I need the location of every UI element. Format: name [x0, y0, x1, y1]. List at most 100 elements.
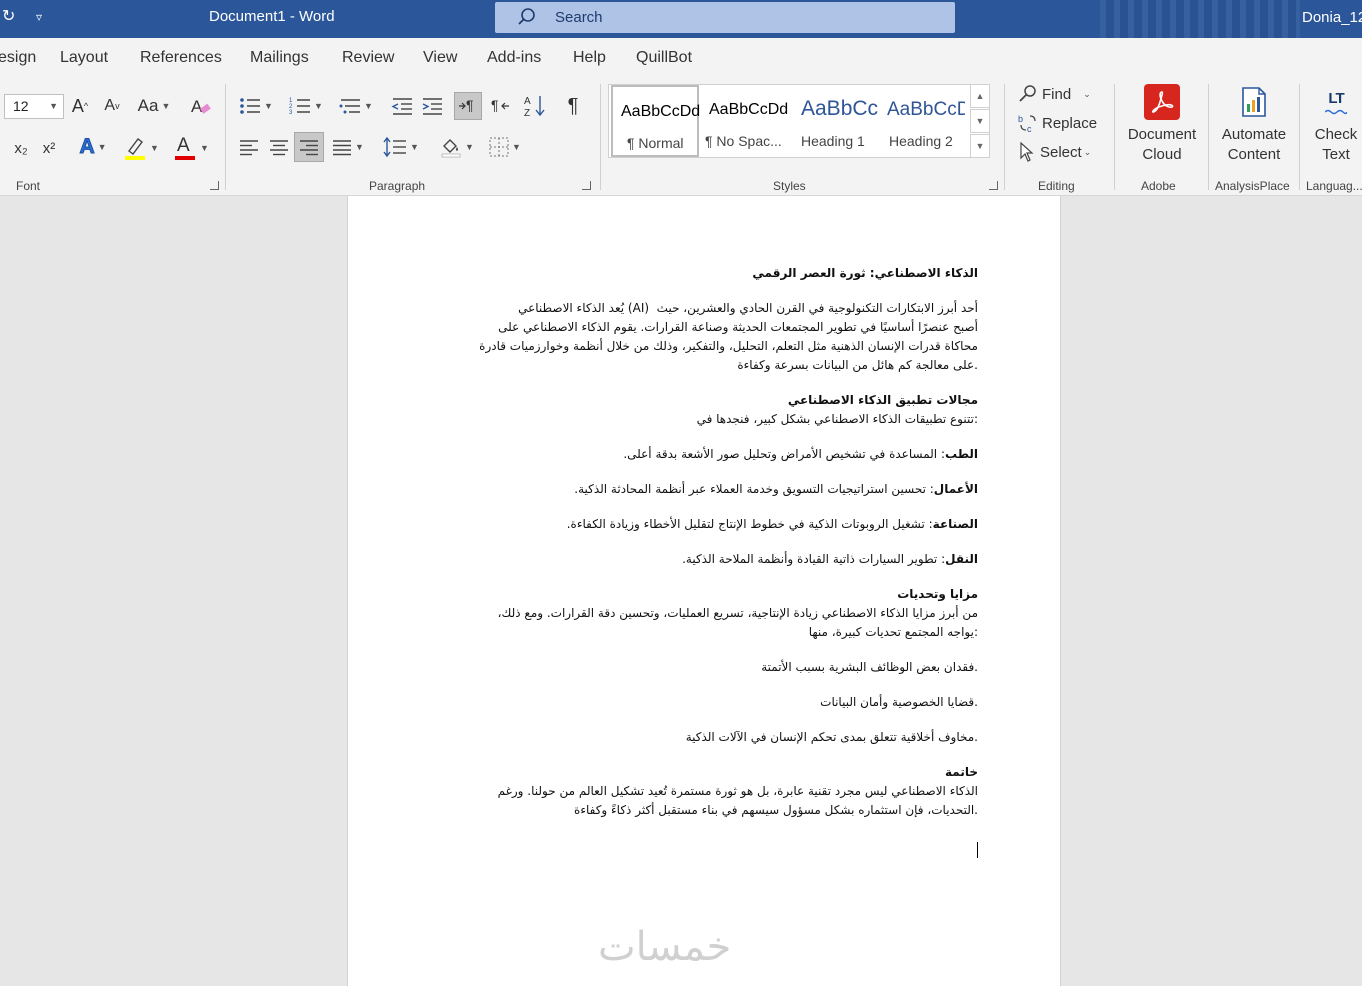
ribbon: 12 ▼ A ^ Av Aa ▼ A x₂ x² A ▼ ▼ A ▼ Font ▼ 1…: [0, 78, 1362, 196]
tab-mailings[interactable]: Mailings: [250, 49, 309, 67]
editing-group-label: Editing: [1038, 179, 1075, 193]
font-color-glyph: A: [177, 135, 190, 156]
check-text-button[interactable]: LT Check Text: [1306, 84, 1362, 168]
style-heading-2[interactable]: AaBbCcD Heading 2: [883, 85, 965, 157]
check-text-line2: Text: [1322, 146, 1350, 163]
styles-scroll-down[interactable]: ▼: [970, 109, 990, 133]
justify-button[interactable]: ▼: [328, 134, 368, 160]
font-dialog-launcher[interactable]: [210, 181, 219, 190]
document-cloud-button[interactable]: Document Cloud: [1122, 84, 1202, 168]
field-item: الطب: المساعدة في تشخيص الأمراض وتحليل ص…: [458, 445, 978, 464]
line-spacing-button[interactable]: ▼: [380, 134, 422, 160]
align-left-button[interactable]: [236, 134, 262, 160]
align-center-button[interactable]: [266, 134, 292, 160]
shrink-font-button[interactable]: Av: [100, 94, 124, 118]
borders-button[interactable]: ▼: [484, 134, 526, 160]
user-name[interactable]: Donia_12: [1302, 9, 1362, 26]
styles-more-button[interactable]: ▼: [970, 134, 990, 158]
document-body[interactable]: الذكاء الاصطناعي: ثورة العصر الرقمي أحد …: [458, 264, 978, 820]
paragraph-group-label: Paragraph: [369, 179, 426, 193]
highlight-color-button[interactable]: ▼: [120, 134, 162, 162]
conclusion-line: الذكاء الاصطناعي ليس مجرد تقنية عابرة، ب…: [497, 784, 978, 798]
search-placeholder: Search: [555, 9, 603, 26]
ltr-icon: ¶: [459, 97, 474, 113]
fields-intro: :تتنوع تطبيقات الذكاء الاصطناعي بشكل كبي…: [696, 412, 978, 426]
chevron-down-icon: ▼: [49, 101, 58, 111]
field-term: الصناعة: [932, 517, 978, 531]
tab-review[interactable]: Review: [342, 49, 394, 67]
multilevel-list-button[interactable]: ▼: [336, 94, 376, 118]
document-cloud-line1: Document: [1127, 126, 1197, 143]
text-effects-icon: A: [79, 135, 95, 159]
superscript-button[interactable]: x²: [38, 136, 60, 160]
tab-add-ins[interactable]: Add-ins: [487, 49, 541, 67]
align-right-icon: [300, 140, 318, 156]
grow-font-button[interactable]: A ^: [68, 94, 92, 118]
automate-content-button[interactable]: Automate Content: [1214, 84, 1294, 168]
style-sample: AaBbCcDd: [621, 103, 701, 120]
right-to-left-button[interactable]: ¶: [488, 94, 512, 118]
tab-view[interactable]: View: [423, 49, 457, 67]
numbered-list-icon: 123: [289, 98, 311, 116]
search-box[interactable]: Search: [495, 2, 955, 33]
style-no-spacing[interactable]: AaBbCcDd ¶ No Spac...: [701, 85, 791, 157]
challenge-item: .فقدان بعض الوظائف البشرية بسبب الأتمتة: [761, 660, 978, 674]
paragraph-dialog-launcher[interactable]: [582, 181, 591, 190]
align-right-button[interactable]: [294, 132, 324, 162]
document-page[interactable]: الذكاء الاصطناعي: ثورة العصر الرقمي أحد …: [347, 196, 1061, 986]
field-text: : تطوير السيارات ذاتية القيادة وأنظمة ال…: [682, 552, 946, 566]
analysisplace-group-label: AnalysisPlace: [1215, 179, 1290, 193]
show-formatting-button[interactable]: ¶: [562, 94, 584, 118]
document-title: Document1 - Word: [209, 8, 335, 25]
paint-bucket-icon: [441, 139, 461, 158]
field-item: الصناعة: تشغيل الروبوتات الذكية في خطوط …: [458, 515, 978, 534]
numbering-button[interactable]: 1 2 3 ▼: [286, 94, 326, 118]
left-to-right-button[interactable]: ¶: [454, 92, 482, 120]
fields-heading: مجالات تطبيق الذكاء الاصطناعي: [787, 393, 978, 407]
search-icon: [1019, 85, 1036, 102]
increase-indent-button[interactable]: [420, 94, 444, 118]
font-color-button[interactable]: A ▼: [170, 134, 212, 162]
replace-button[interactable]: bc Replace: [1018, 112, 1102, 134]
subscript-button[interactable]: x₂: [10, 136, 32, 160]
style-name: Heading 2: [889, 133, 953, 149]
style-name: ¶ No Spac...: [705, 133, 782, 149]
text-effects-button[interactable]: A ▼: [74, 134, 112, 160]
conclusion-heading: خاتمة: [945, 765, 978, 779]
font-size-value: 12: [13, 98, 29, 114]
group-separator: [1208, 84, 1209, 190]
pros-line: :يواجه المجتمع تحديات كبيرة، منها: [808, 625, 978, 639]
style-sample: AaBbCcD: [887, 99, 965, 120]
tab-design[interactable]: esign: [0, 49, 36, 67]
style-heading-1[interactable]: AaBbCc Heading 1: [793, 85, 881, 157]
adobe-acrobat-icon: [1144, 84, 1180, 120]
title-bar: ↻ ▿ Document1 - Word Search Donia_12: [0, 0, 1362, 38]
superscript-glyph: x²: [42, 139, 56, 157]
decrease-indent-button[interactable]: [390, 94, 414, 118]
align-center-icon: [270, 140, 288, 156]
clear-formatting-button[interactable]: A: [188, 94, 214, 118]
field-item: النقل: تطوير السيارات ذاتية القيادة وأنظ…: [458, 550, 978, 569]
select-button[interactable]: Select ⌄: [1018, 141, 1098, 163]
redo-icon[interactable]: ↻: [2, 6, 15, 26]
find-button[interactable]: Find ⌄: [1018, 83, 1098, 105]
shading-button[interactable]: ▼: [436, 134, 478, 160]
change-case-button[interactable]: Aa ▼: [134, 94, 174, 118]
borders-icon: [489, 137, 509, 157]
styles-gallery: AaBbCcDd ¶ Normal AaBbCcDd ¶ No Spac... …: [608, 84, 990, 158]
tab-references[interactable]: References: [140, 49, 222, 67]
styles-scroll-up[interactable]: ▲: [970, 84, 990, 108]
tab-help[interactable]: Help: [573, 49, 606, 67]
tab-layout[interactable]: Layout: [60, 49, 108, 67]
style-normal[interactable]: AaBbCcDd ¶ Normal: [611, 85, 701, 157]
style-sample: AaBbCcDd: [709, 101, 789, 118]
sort-button[interactable]: AZ: [522, 92, 548, 120]
intro-line: محاكاة قدرات الإنسان الذهنية مثل التعلم،…: [479, 339, 978, 353]
styles-dialog-launcher[interactable]: [989, 181, 998, 190]
svg-text:c: c: [1027, 124, 1032, 133]
justify-icon: [333, 140, 352, 156]
customize-quick-access-icon[interactable]: ▿: [36, 10, 42, 24]
bullets-button[interactable]: ▼: [236, 94, 276, 118]
tab-quillbot[interactable]: QuillBot: [636, 49, 692, 67]
font-size-select[interactable]: 12 ▼: [4, 94, 64, 119]
